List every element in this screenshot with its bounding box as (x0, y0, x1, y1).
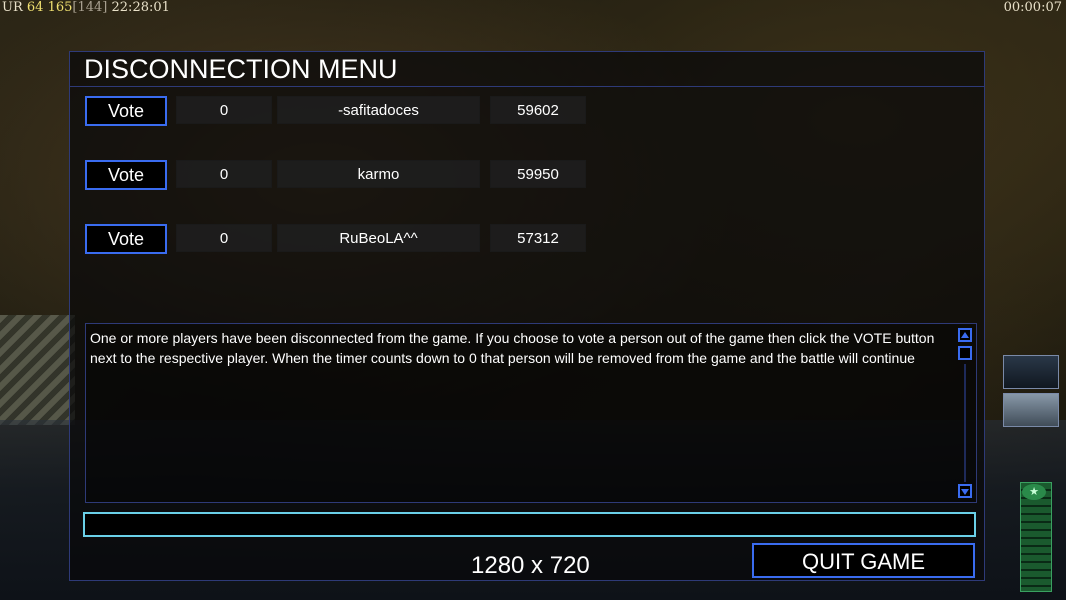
disconnect-timer: 59602 (490, 96, 586, 124)
dialog-title: DISCONNECTION MENU (84, 54, 398, 84)
disconnect-timer: 57312 (490, 224, 586, 252)
player-name: karmo (277, 160, 480, 188)
game-timer: 00:00:07 (1003, 0, 1062, 15)
hud-clock: 22:28:01 (111, 0, 170, 15)
disconnect-message: One or more players have been disconnect… (90, 330, 935, 366)
arrow-up-icon[interactable] (958, 328, 972, 342)
message-box[interactable]: One or more players have been disconnect… (85, 323, 977, 503)
hud-fps: 64 (26, 0, 44, 15)
vote-count: 0 (176, 96, 272, 124)
resolution-label: 1280 x 720 (471, 552, 590, 579)
hud-frame: 165 (47, 0, 73, 15)
player-row: Vote 0 karmo 59950 (70, 160, 670, 190)
player-row: Vote 0 -safitadoces 59602 (70, 96, 670, 126)
vote-button[interactable]: Vote (85, 224, 167, 254)
hud-stats: UR 64 165[144] 22:28:01 (2, 0, 170, 15)
arrow-down-icon[interactable] (958, 484, 972, 498)
background-building (0, 315, 75, 425)
vote-button[interactable]: Vote (85, 160, 167, 190)
vote-count: 0 (176, 160, 272, 188)
disconnection-dialog: DISCONNECTION MENU Vote 0 -safitadoces 5… (69, 51, 985, 581)
hud-tag: UR (2, 0, 23, 15)
vote-button[interactable]: Vote (85, 96, 167, 126)
player-row: Vote 0 RuBeoLA^^ 57312 (70, 224, 670, 254)
player-name: -safitadoces (277, 96, 480, 124)
disconnect-timer: 59950 (490, 160, 586, 188)
scrollbar-thumb[interactable] (958, 346, 972, 360)
artillery-icon[interactable] (1003, 355, 1059, 389)
drone-icon[interactable] (1003, 393, 1059, 427)
vote-count: 0 (176, 224, 272, 252)
faction-star-icon: ★ (1022, 484, 1046, 500)
player-name: RuBeoLA^^ (277, 224, 480, 252)
chat-input[interactable] (83, 512, 976, 537)
quit-game-button[interactable]: QUIT GAME (752, 543, 975, 578)
title-divider (70, 86, 984, 87)
scrollbar-track[interactable] (964, 364, 966, 482)
hud-ping: [144] (72, 0, 108, 15)
